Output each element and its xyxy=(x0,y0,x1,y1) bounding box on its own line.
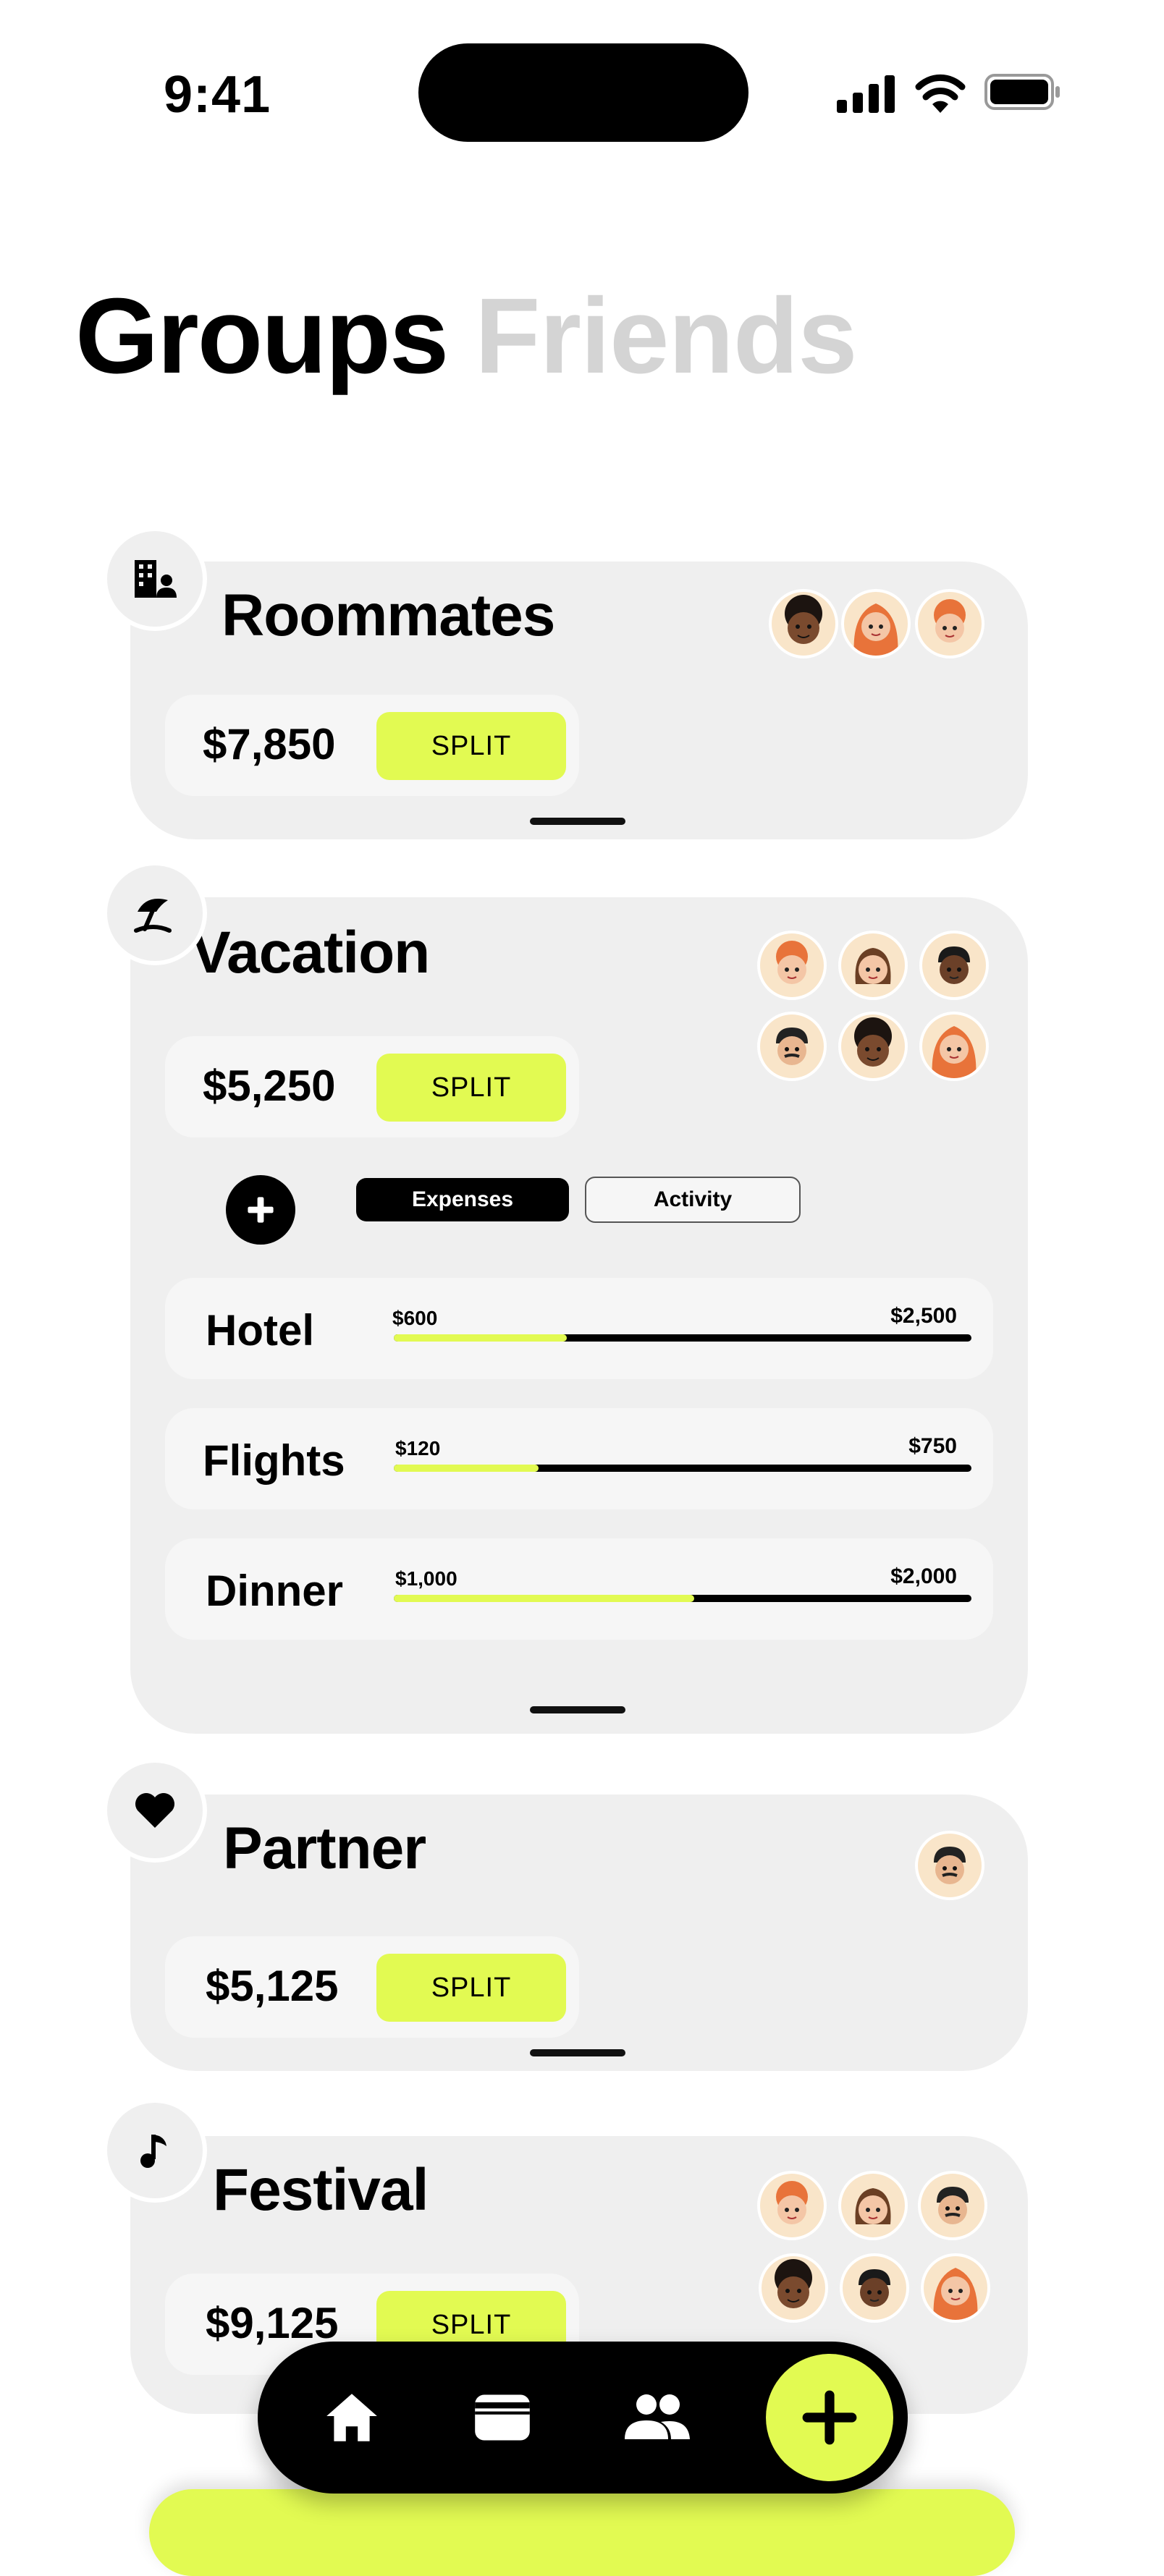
member-avatar xyxy=(918,1834,982,1897)
member-avatar xyxy=(841,933,905,997)
expense-name: Flights xyxy=(203,1436,345,1485)
expense-name: Hotel xyxy=(206,1306,314,1355)
member-avatar xyxy=(760,933,824,997)
expense-row-flights[interactable]: Flights $120 $750 xyxy=(165,1408,993,1509)
expense-progress-track xyxy=(394,1595,971,1602)
group-amount: $7,850 xyxy=(203,720,336,768)
group-title: Partner xyxy=(223,1816,426,1881)
group-amount: $5,250 xyxy=(203,1062,336,1110)
group-title: Roommates xyxy=(222,582,555,648)
tab-groups[interactable]: Groups xyxy=(75,275,449,398)
member-avatar xyxy=(921,2174,984,2237)
expense-total: $2,500 xyxy=(890,1304,957,1328)
group-card-partner[interactable]: Partner $5,125 SPLIT xyxy=(130,1795,1028,2071)
group-amount: $5,125 xyxy=(206,1962,339,2010)
expense-row-dinner[interactable]: Dinner $1,000 $2,000 xyxy=(165,1538,993,1640)
member-avatar xyxy=(922,1014,986,1078)
member-avatar xyxy=(772,592,835,656)
add-icon xyxy=(802,2390,857,2445)
wifi-icon xyxy=(915,74,966,113)
dynamic-island xyxy=(418,43,748,142)
expense-total: $2,000 xyxy=(890,1564,957,1588)
split-button[interactable]: SPLIT xyxy=(376,1054,566,1122)
cellular-signal-icon xyxy=(837,75,895,113)
expense-progress-track xyxy=(394,1334,971,1342)
member-avatar xyxy=(922,933,986,997)
people-icon[interactable] xyxy=(617,2381,696,2454)
home-icon[interactable] xyxy=(316,2381,388,2454)
beach-umbrella-icon xyxy=(107,865,203,961)
group-title: Vacation xyxy=(191,920,430,986)
expense-row-hotel[interactable]: Hotel $600 $2,500 xyxy=(165,1278,993,1379)
member-avatar xyxy=(918,592,982,656)
member-avatar xyxy=(841,1014,905,1078)
status-time: 9:41 xyxy=(164,66,271,124)
plus-icon xyxy=(248,1197,274,1223)
member-avatar xyxy=(843,2256,906,2320)
segment-expenses[interactable]: Expenses xyxy=(356,1178,569,1221)
expense-paid: $600 xyxy=(392,1307,438,1329)
bottom-accent-sheet[interactable] xyxy=(149,2489,1015,2576)
member-avatar xyxy=(844,592,908,656)
building-person-icon xyxy=(107,531,203,627)
amount-box: $5,125 SPLIT xyxy=(165,1936,579,2038)
collapse-handle[interactable] xyxy=(530,1706,625,1713)
bottom-navigation-bar xyxy=(258,2342,908,2494)
expense-progress-track xyxy=(394,1465,971,1472)
add-button[interactable] xyxy=(766,2354,893,2481)
expense-progress-fill xyxy=(394,1465,539,1472)
member-avatar xyxy=(841,2174,905,2237)
segment-activity[interactable]: Activity xyxy=(585,1177,801,1223)
expense-total: $750 xyxy=(908,1434,957,1458)
expense-paid: $1,000 xyxy=(395,1567,457,1590)
expand-handle[interactable] xyxy=(530,818,625,825)
music-note-icon xyxy=(107,2103,203,2198)
expense-name: Dinner xyxy=(206,1567,344,1615)
member-avatar xyxy=(762,2256,825,2320)
expand-handle[interactable] xyxy=(530,2049,625,2056)
wallet-icon[interactable] xyxy=(466,2381,539,2454)
group-title: Festival xyxy=(213,2157,429,2223)
expense-progress-fill xyxy=(394,1334,568,1342)
add-expense-button[interactable] xyxy=(226,1175,295,1245)
member-avatar xyxy=(760,1014,824,1078)
split-button[interactable]: SPLIT xyxy=(376,1954,566,2022)
tab-friends[interactable]: Friends xyxy=(475,275,858,398)
group-amount: $9,125 xyxy=(206,2299,339,2347)
expense-progress-fill xyxy=(394,1595,694,1602)
member-avatar xyxy=(924,2256,987,2320)
member-avatar xyxy=(760,2174,824,2237)
amount-box: $7,850 SPLIT xyxy=(165,695,579,796)
amount-box: $5,250 SPLIT xyxy=(165,1036,579,1137)
battery-icon xyxy=(984,74,1060,110)
expense-paid: $120 xyxy=(395,1437,441,1459)
heart-icon xyxy=(107,1763,203,1858)
split-button[interactable]: SPLIT xyxy=(376,712,566,780)
